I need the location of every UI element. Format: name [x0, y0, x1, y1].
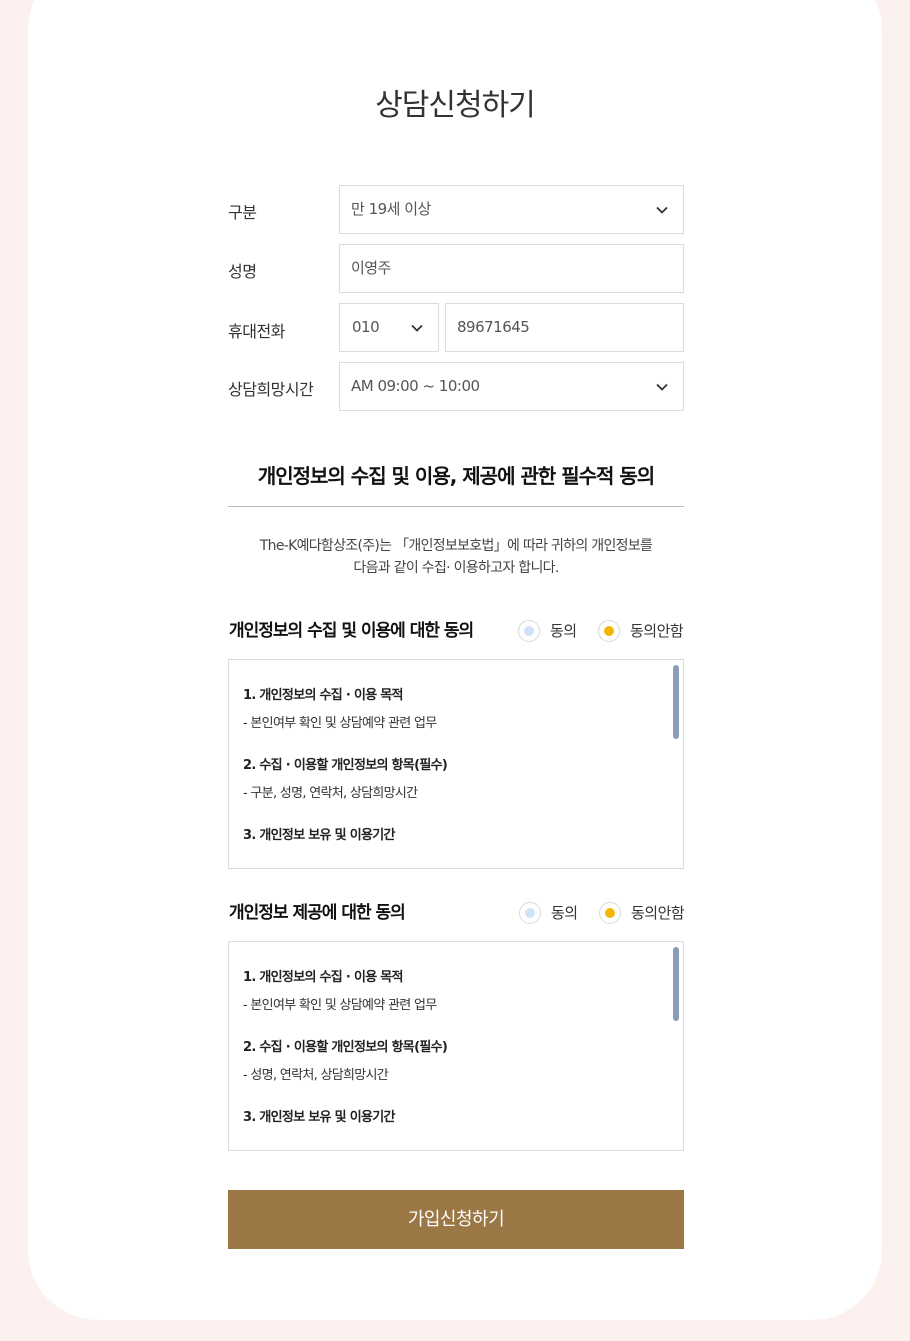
consent-provision-title: 개인정보 제공에 대한 동의: [229, 903, 406, 923]
time-select[interactable]: AM 09:00 ~ 10:00: [339, 362, 684, 411]
scrollbar-thumb[interactable]: [673, 947, 679, 1021]
consent-provision-disagree-label[interactable]: 동의안함: [631, 899, 685, 927]
item-heading: 2. 수집 · 이용할 개인정보의 항목(필수): [243, 758, 448, 773]
consent-collection-disagree-label[interactable]: 동의안함: [630, 617, 684, 645]
consent-provision-content: 1. 개인정보의 수집 · 이용 목적 - 본인여부 확인 및 상담예약 관련 …: [243, 966, 663, 1130]
consent-provision-header: 개인정보 제공에 대한 동의 동의 동의안함: [229, 899, 685, 927]
consent-collection-agree-label[interactable]: 동의: [550, 617, 577, 645]
consent-provision-agree-radio[interactable]: [519, 902, 541, 924]
item-heading: 2. 수집 · 이용할 개인정보의 항목(필수): [243, 1040, 448, 1055]
chevron-down-icon: [656, 206, 668, 214]
item-heading: 1. 개인정보의 수집 · 이용 목적: [243, 688, 404, 703]
scrollbar-thumb[interactable]: [673, 665, 679, 739]
item-text: - 구분, 성명, 연락처, 상담희망시간: [243, 786, 418, 801]
phone-prefix-select[interactable]: 010: [339, 303, 439, 352]
page-title: 상담신청하기: [375, 88, 536, 123]
radio-dot-selected: [604, 626, 614, 636]
consent-provision-disagree-radio[interactable]: [599, 902, 621, 924]
item-heading: 3. 개인정보 보유 및 이용기간: [243, 1110, 395, 1125]
submit-button[interactable]: 가입신청하기: [228, 1190, 684, 1249]
item-heading: 3. 개인정보 보유 및 이용기간: [243, 828, 395, 843]
consent-provision-agree-label[interactable]: 동의: [551, 899, 578, 927]
time-value: AM 09:00 ~ 10:00: [351, 377, 480, 395]
chevron-down-icon: [656, 383, 668, 391]
category-label: 구분: [228, 203, 257, 222]
name-value: 이영주: [351, 259, 391, 277]
name-label: 성명: [228, 262, 257, 281]
item-text: - 성명, 연락처, 상담희망시간: [243, 1068, 389, 1083]
phone-prefix-value: 010: [352, 318, 380, 336]
consent-provision-textbox[interactable]: 1. 개인정보의 수집 · 이용 목적 - 본인여부 확인 및 상담예약 관련 …: [228, 941, 684, 1151]
consent-collection-textbox[interactable]: 1. 개인정보의 수집 · 이용 목적 - 본인여부 확인 및 상담예약 관련 …: [228, 659, 684, 869]
item-text: - 본인여부 확인 및 상담예약 관련 업무: [243, 998, 437, 1013]
chevron-down-icon: [411, 324, 423, 332]
consent-collection-header: 개인정보의 수집 및 이용에 대한 동의 동의 동의안함: [229, 617, 685, 645]
radio-dot-selected: [605, 908, 615, 918]
radio-dot: [525, 908, 535, 918]
agreement-intro: The-K예다함상조(주)는 「개인정보보호법」에 따라 귀하의 개인정보를 다…: [228, 535, 684, 579]
divider: [228, 506, 684, 507]
consent-collection-disagree-radio[interactable]: [598, 620, 620, 642]
consent-collection-title: 개인정보의 수집 및 이용에 대한 동의: [229, 621, 474, 641]
name-input[interactable]: 이영주: [339, 244, 684, 293]
radio-dot: [524, 626, 534, 636]
item-heading: 1. 개인정보의 수집 · 이용 목적: [243, 970, 404, 985]
intro-line-1: The-K예다함상조(주)는 「개인정보보호법」에 따라 귀하의 개인정보를: [259, 538, 653, 554]
phone-number-input[interactable]: 89671645: [445, 303, 684, 352]
category-value: 만 19세 이상: [351, 200, 431, 218]
time-label: 상담희망시간: [228, 380, 314, 399]
category-select[interactable]: 만 19세 이상: [339, 185, 684, 234]
intro-line-2: 다음과 같이 수집· 이용하고자 합니다.: [353, 560, 559, 576]
phone-number-value: 89671645: [457, 318, 530, 336]
phone-label: 휴대전화: [228, 322, 285, 341]
consent-collection-agree-radio[interactable]: [518, 620, 540, 642]
consent-collection-content: 1. 개인정보의 수집 · 이용 목적 - 본인여부 확인 및 상담예약 관련 …: [243, 684, 663, 848]
agreement-title: 개인정보의 수집 및 이용, 제공에 관한 필수적 동의: [257, 464, 655, 488]
item-text: - 본인여부 확인 및 상담예약 관련 업무: [243, 716, 437, 731]
